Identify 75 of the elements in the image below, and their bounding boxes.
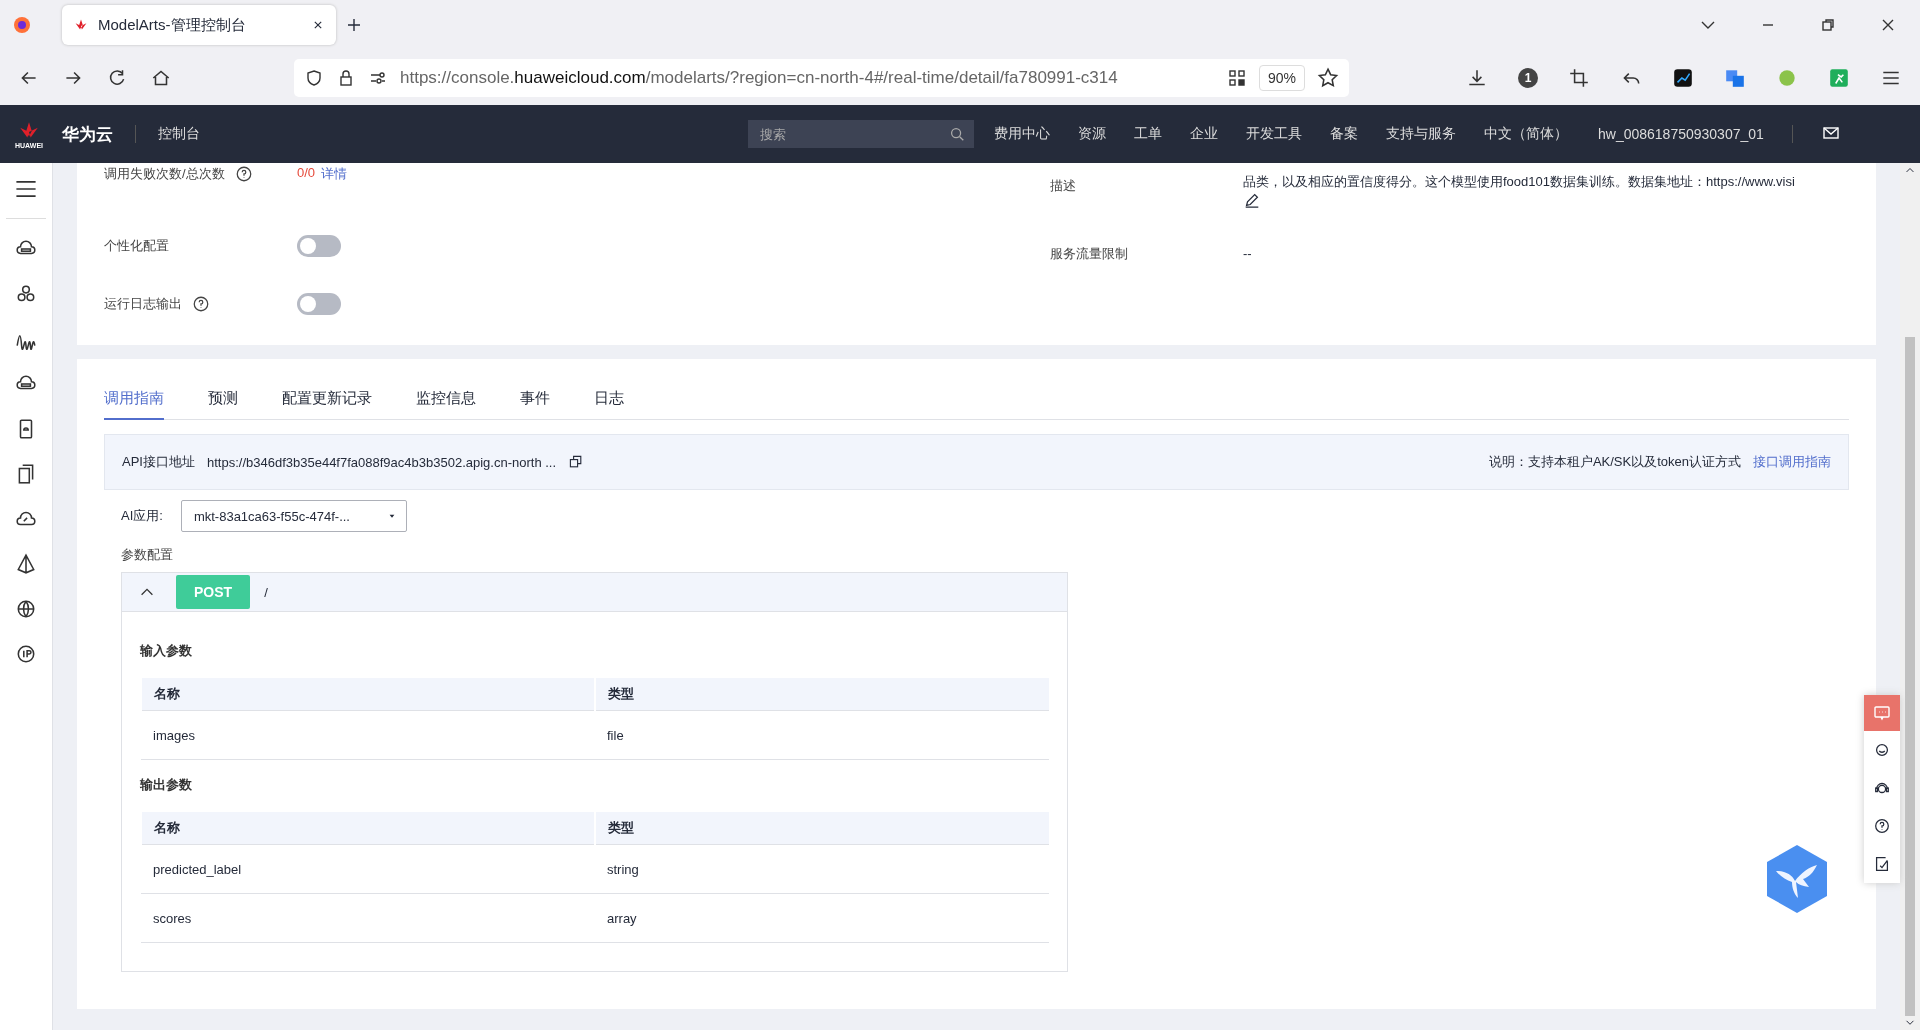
search-field[interactable]: 搜索 (748, 120, 974, 148)
nav-link[interactable]: 费用中心 (994, 125, 1050, 143)
running-figure-icon[interactable] (1828, 66, 1850, 89)
user-name[interactable]: hw_008618750930307_01 (1598, 126, 1764, 142)
nav-link[interactable]: 企业 (1190, 125, 1218, 143)
section-title: 参数配置 (121, 546, 174, 564)
console-link[interactable]: 控制台 (158, 125, 200, 143)
pencil-icon[interactable] (1243, 191, 1261, 209)
ip-icon[interactable] (15, 643, 37, 665)
help-icon[interactable] (192, 295, 210, 313)
tab[interactable]: 调用指南 (104, 389, 164, 420)
nav-link[interactable]: 资源 (1078, 125, 1106, 143)
table-cell: string (595, 844, 1049, 894)
nav-link[interactable]: 备案 (1330, 125, 1358, 143)
nav-link[interactable]: 开发工具 (1246, 125, 1302, 143)
url-text: https://console.huaweicloud.com/modelarts/?region=cn-north-4#/real-time/detail/fa780991-c314 (400, 67, 1119, 88)
column-header: 名称 (141, 678, 595, 711)
table-cell: array (595, 893, 1049, 943)
smiley-icon[interactable] (1873, 741, 1891, 759)
table-cell: predicted_label (141, 844, 595, 894)
toggle-switch[interactable] (297, 235, 341, 257)
extension-badge[interactable]: 1 (1518, 67, 1538, 88)
description-text: -- (1243, 246, 1252, 261)
api-url: https://b346df3b35e44f7fa088f9ac4b3b3502.apig.cn-north ... (206, 454, 557, 470)
column-header: 类型 (595, 678, 1049, 711)
column-header: 类型 (595, 812, 1049, 845)
feedback-icon[interactable] (1873, 855, 1891, 873)
details-link[interactable]: 详情 (321, 165, 348, 183)
tab[interactable]: 配置更新记录 (282, 389, 372, 420)
browser-tab[interactable]: ModelArts-管理控制台 (62, 5, 336, 45)
guide-link[interactable]: 接口调用指南 (1753, 453, 1831, 471)
brand-name[interactable]: 华为云 (62, 122, 113, 146)
table-cell: scores (141, 893, 595, 943)
crop-icon[interactable] (1568, 66, 1590, 89)
endpoint-path: / (264, 584, 268, 600)
qr-code-icon[interactable] (1226, 67, 1247, 88)
field-label: 个性化配置 (104, 237, 169, 255)
field-label: 描述 (1050, 177, 1077, 195)
address-bar[interactable]: https://console.huaweicloud.com/modelarts/?region=cn-north-4#/real-time/detail/fa780991-c314 90% (294, 58, 1349, 97)
firefox-icon[interactable] (12, 15, 32, 35)
help-icon[interactable] (234, 165, 253, 183)
app-dropdown[interactable]: mkt-83a1ca63-f55c-474f-... (180, 500, 407, 532)
tab[interactable]: 预测 (208, 389, 238, 420)
bird-app-icon[interactable] (1764, 843, 1830, 915)
column-header: 名称 (141, 812, 595, 845)
shield-icon (304, 67, 324, 88)
scrollbar-thumb[interactable] (1905, 336, 1915, 1017)
nav-link[interactable]: 中文（简体） (1484, 125, 1568, 143)
method-badge: POST (176, 575, 251, 609)
section-title: 输出参数 (140, 776, 193, 794)
tab[interactable]: 事件 (520, 389, 550, 420)
field-label: 服务流量限制 (1050, 245, 1129, 263)
tab-title: ModelArts-管理控制台 (98, 15, 247, 35)
chart-extension-icon[interactable] (1672, 66, 1694, 89)
field-label: 运行日志输出 (104, 295, 182, 313)
zoom-level[interactable]: 90% (1258, 64, 1305, 91)
table-cell: images (141, 710, 595, 760)
auth-note: 说明：支持本租户AK/SK以及token认证方式 (1488, 453, 1741, 471)
help-icon[interactable] (1873, 817, 1891, 835)
tab[interactable]: 日志 (594, 389, 624, 420)
table-cell: file (595, 710, 1049, 760)
description-text: 品类，以及相应的置信度得分。这个模型使用food101数据集训练。数据集地址：https://www.visi (1243, 174, 1795, 189)
section-title: 输入参数 (140, 642, 193, 660)
failure-count: 0/0 (297, 165, 316, 180)
field-label: API接口地址 (122, 453, 195, 471)
pyramid-icon[interactable] (15, 553, 37, 575)
nav-link[interactable]: 工单 (1134, 125, 1162, 143)
globe-icon[interactable] (15, 598, 37, 620)
star-icon[interactable] (1317, 66, 1339, 89)
field-label: AI应用: (121, 507, 163, 525)
toggle-switch[interactable] (297, 293, 341, 315)
field-label: 调用失败次数/总次数 (104, 165, 225, 183)
tab[interactable]: 监控信息 (416, 389, 476, 420)
chat-bubble-icon (1872, 703, 1892, 723)
nav-link[interactable]: 支持与服务 (1386, 125, 1456, 143)
